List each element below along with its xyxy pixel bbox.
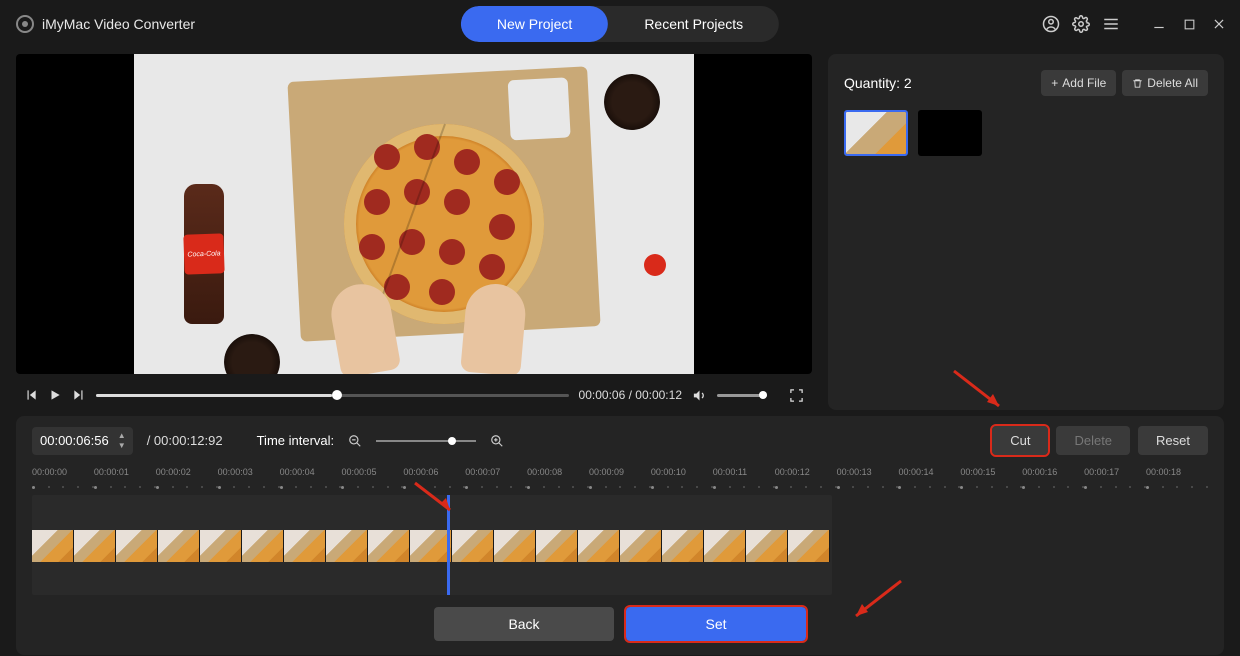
maximize-icon[interactable] xyxy=(1180,15,1198,33)
volume-track[interactable] xyxy=(717,394,767,397)
ruler-tick: 00:00:12 xyxy=(775,467,837,491)
clip-thumbnail-2[interactable] xyxy=(918,110,982,156)
ruler-tick: 00:00:17 xyxy=(1084,467,1146,491)
menu-icon[interactable] xyxy=(1102,15,1120,33)
filmstrip-frame xyxy=(158,530,200,562)
tab-recent-projects[interactable]: Recent Projects xyxy=(608,6,779,42)
filmstrip-frame xyxy=(746,530,788,562)
app-title: iMyMac Video Converter xyxy=(42,16,195,32)
time-input-value: 00:00:06:56 xyxy=(40,433,109,448)
filmstrip-frame xyxy=(284,530,326,562)
set-button[interactable]: Set xyxy=(626,607,806,641)
video-preview[interactable]: Coca-Cola xyxy=(16,54,812,374)
filmstrip-frame xyxy=(242,530,284,562)
annotation-arrow-2 xyxy=(846,576,906,626)
minimize-icon[interactable] xyxy=(1150,15,1168,33)
filmstrip-frame xyxy=(662,530,704,562)
delete-all-button[interactable]: Delete All xyxy=(1122,70,1208,96)
tab-new-project[interactable]: New Project xyxy=(461,6,608,42)
annotation-arrow-1 xyxy=(410,478,460,518)
filmstrip-frame xyxy=(32,530,74,562)
time-display: 00:00:06 / 00:00:12 xyxy=(579,388,682,402)
filmstrip-frame xyxy=(452,530,494,562)
filmstrip-frame xyxy=(410,530,452,562)
ruler-tick: 00:00:14 xyxy=(898,467,960,491)
app-logo-icon xyxy=(16,15,34,33)
filmstrip-frame xyxy=(704,530,746,562)
gear-icon[interactable] xyxy=(1072,15,1090,33)
clip-list-panel: Quantity: 2 + Add File Delete All xyxy=(828,54,1224,410)
timeline-editor: 00:00:06:56 ▲ ▼ / 00:00:12:92 Time inter… xyxy=(16,416,1224,655)
fullscreen-icon[interactable] xyxy=(789,388,804,403)
trash-icon xyxy=(1132,78,1143,89)
ruler-tick: 00:00:16 xyxy=(1022,467,1084,491)
ruler-tick: 00:00:18 xyxy=(1146,467,1208,491)
account-icon[interactable] xyxy=(1042,15,1060,33)
time-step-up[interactable]: ▲ xyxy=(115,431,129,441)
close-icon[interactable] xyxy=(1210,15,1228,33)
ruler-tick: 00:00:01 xyxy=(94,467,156,491)
progress-thumb[interactable] xyxy=(332,390,342,400)
zoom-out-icon[interactable] xyxy=(348,434,362,448)
filmstrip-frame xyxy=(620,530,662,562)
filmstrip-frame xyxy=(74,530,116,562)
next-frame-button[interactable] xyxy=(72,388,86,402)
ruler-tick: 00:00:04 xyxy=(280,467,342,491)
ruler-tick: 00:00:11 xyxy=(713,467,775,491)
filmstrip-frame xyxy=(368,530,410,562)
add-file-button[interactable]: + Add File xyxy=(1041,70,1116,96)
progress-track[interactable] xyxy=(96,394,569,397)
volume-thumb[interactable] xyxy=(759,391,767,399)
interval-slider[interactable] xyxy=(376,440,476,442)
filmstrip-frame xyxy=(578,530,620,562)
ruler-tick: 00:00:13 xyxy=(837,467,899,491)
ruler-tick: 00:00:08 xyxy=(527,467,589,491)
bottle-label: Coca-Cola xyxy=(183,233,224,274)
time-input[interactable]: 00:00:06:56 ▲ ▼ xyxy=(32,427,133,455)
volume-icon[interactable] xyxy=(692,388,707,403)
ruler-tick: 00:00:02 xyxy=(156,467,218,491)
play-button[interactable] xyxy=(48,388,62,402)
ruler-tick: 00:00:05 xyxy=(341,467,403,491)
filmstrip-frame xyxy=(326,530,368,562)
titlebar: iMyMac Video Converter New Project Recen… xyxy=(0,0,1240,48)
annotation-arrow-3 xyxy=(949,366,1009,416)
delete-button[interactable]: Delete xyxy=(1056,426,1130,455)
ruler-tick: 00:00:00 xyxy=(32,467,94,491)
app-title-group: iMyMac Video Converter xyxy=(16,15,195,33)
video-frame-content: Coca-Cola xyxy=(134,54,694,374)
filmstrip xyxy=(32,530,830,562)
preview-column: Coca-Cola 00:00:06 / 00:00:12 xyxy=(16,54,812,410)
ruler-tick: 00:00:09 xyxy=(589,467,651,491)
progress-fill xyxy=(96,394,332,397)
zoom-in-icon[interactable] xyxy=(490,434,504,448)
total-duration: / 00:00:12:92 xyxy=(147,433,223,448)
ruler-tick: 00:00:07 xyxy=(465,467,527,491)
quantity-label: Quantity: 2 xyxy=(844,75,912,91)
clip-thumbnail-1[interactable] xyxy=(844,110,908,156)
ruler-tick: 00:00:10 xyxy=(651,467,713,491)
filmstrip-frame xyxy=(494,530,536,562)
time-step-down[interactable]: ▼ xyxy=(115,441,129,451)
player-controls: 00:00:06 / 00:00:12 xyxy=(16,374,812,410)
time-ruler: 00:00:0000:00:0100:00:0200:00:0300:00:04… xyxy=(32,467,1208,491)
interval-label: Time interval: xyxy=(257,433,335,448)
filmstrip-frame xyxy=(536,530,578,562)
ruler-tick: 00:00:15 xyxy=(960,467,1022,491)
back-button[interactable]: Back xyxy=(434,607,614,641)
plus-icon: + xyxy=(1051,76,1058,90)
filmstrip-frame xyxy=(200,530,242,562)
filmstrip-frame xyxy=(788,530,830,562)
ruler-tick: 00:00:03 xyxy=(218,467,280,491)
cut-button[interactable]: Cut xyxy=(992,426,1048,455)
tab-group: New Project Recent Projects xyxy=(461,6,779,42)
prev-frame-button[interactable] xyxy=(24,388,38,402)
interval-thumb[interactable] xyxy=(448,437,456,445)
window-controls xyxy=(1042,15,1228,33)
filmstrip-frame xyxy=(116,530,158,562)
reset-button[interactable]: Reset xyxy=(1138,426,1208,455)
